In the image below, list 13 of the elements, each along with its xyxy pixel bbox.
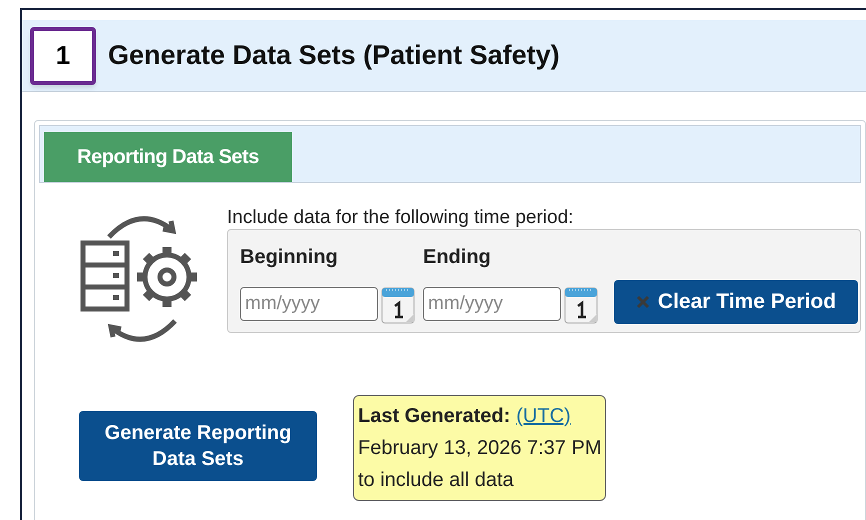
field-label: Beginning (240, 245, 339, 270)
clear-time-period-button[interactable]: Clear Time Period (614, 280, 858, 324)
utc-link[interactable]: (UTC) (516, 400, 571, 432)
last-generated-label: Last Generated: (358, 404, 510, 429)
time-period-prompt: Include data for the following time period: (227, 207, 574, 229)
step-badge: 1 (30, 26, 96, 84)
last-generated-date: February 13, 2026 7:37 PM (358, 436, 602, 461)
last-generated-note: to include all data (358, 468, 515, 493)
field-label: Ending (423, 245, 492, 270)
date-input[interactable]: mm/yyyy (423, 287, 561, 321)
date-input[interactable]: mm/yyyy (240, 287, 378, 321)
generate-button[interactable]: Generate Reporting Data Sets (79, 411, 317, 481)
page-title: Generate Data Sets (Patient Safety) (108, 39, 560, 72)
